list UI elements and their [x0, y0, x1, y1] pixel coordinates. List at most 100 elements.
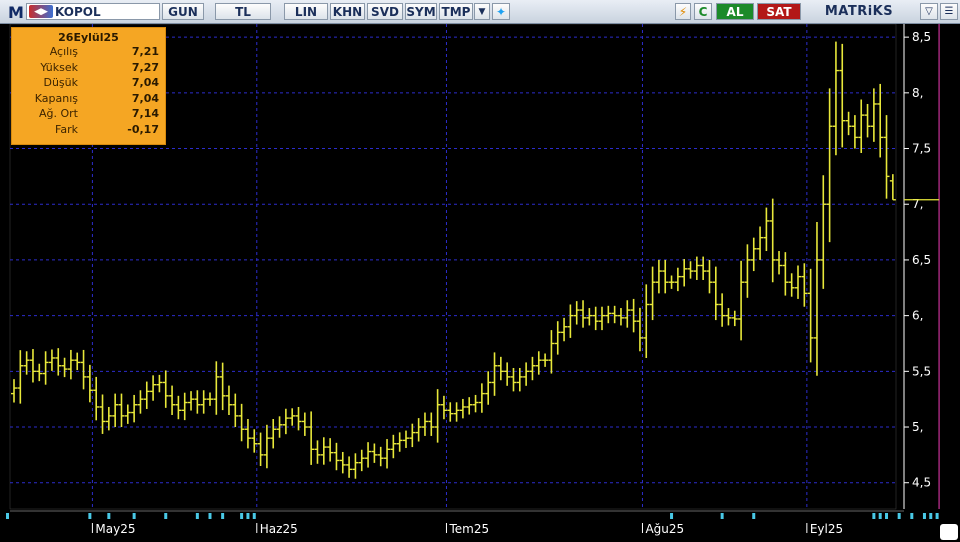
symbol-list-icon[interactable]: ◀▶ [29, 5, 53, 18]
ohlc-bar [605, 305, 612, 324]
y-tick-label: 5,5 [912, 364, 931, 378]
menu-icon[interactable]: ☰ [940, 3, 958, 20]
event-marker [195, 513, 199, 519]
info-value: 7,04 [131, 91, 159, 105]
sym-button[interactable]: SYM [405, 3, 437, 20]
ohlc-bar [845, 111, 852, 136]
ohlc-bar [586, 308, 593, 326]
sell-button[interactable]: SAT [757, 3, 801, 20]
buy-button[interactable]: AL [716, 3, 754, 20]
symbol-label: KOPOL [55, 4, 101, 19]
ohlc-bar [813, 222, 820, 376]
event-marker [6, 513, 9, 519]
ohlc-bar [459, 398, 466, 419]
currency-button[interactable]: TL [215, 3, 271, 20]
x-tick-label: Haz25 [260, 522, 298, 536]
ohlc-bar [447, 402, 454, 422]
ohlc-bar [769, 198, 776, 283]
event-marker [910, 513, 914, 519]
info-value: 7,21 [131, 45, 159, 58]
event-marker [885, 513, 889, 519]
ohlc-bar [339, 451, 346, 474]
ohlc-bar [776, 251, 783, 275]
ohlc-bar [219, 362, 226, 411]
x-tick-label: Eyl25 [810, 522, 843, 536]
ohlc-bar [225, 385, 232, 415]
brand-logo: MATRiKS [824, 4, 894, 19]
ohlc-bar [529, 356, 536, 381]
ohlc-bar [74, 352, 81, 370]
sync-icon[interactable] [940, 524, 958, 540]
x-tick-label: Tem25 [448, 522, 489, 536]
ohlc-bar [839, 43, 846, 148]
ohlc-bar [207, 392, 213, 406]
ohlc-bar [143, 381, 150, 409]
ohlc-bar [643, 284, 650, 358]
symbol-selector[interactable]: ◀▶ KOPOL [26, 3, 160, 20]
scale-button[interactable]: LIN [284, 3, 328, 20]
ohlc-bar [188, 391, 195, 411]
ohlc-bar [504, 362, 511, 386]
event-marker [164, 513, 168, 519]
ohlc-bar [712, 266, 719, 321]
event-marker [670, 513, 674, 519]
info-label: Fark [55, 122, 78, 136]
y-tick-label: 5, [912, 420, 923, 434]
ohlc-bar [491, 352, 498, 396]
event-marker [872, 513, 876, 519]
ohlc-bar [649, 266, 656, 321]
event-marker [922, 513, 926, 519]
ohlc-bar [731, 310, 738, 327]
lightning-icon[interactable]: ⚡ [675, 3, 691, 20]
refresh-button[interactable]: C [694, 3, 712, 20]
ohlc-bar [763, 207, 770, 252]
ohlc-bar [883, 115, 890, 199]
info-label: Ağ. Ort [39, 107, 78, 120]
ohlc-bar [421, 412, 428, 436]
tmp-button[interactable]: TMP [439, 3, 473, 20]
ohlc-bar [61, 357, 68, 378]
dropdown-icon[interactable]: ▼ [474, 3, 490, 20]
ohlc-bar [542, 353, 549, 367]
twitter-icon[interactable]: ✦ [492, 3, 510, 20]
ohlc-bar [67, 349, 74, 380]
ohlc-bar [327, 438, 334, 462]
info-row-close: Kapanış 7,04 [12, 91, 165, 107]
ohlc-bar [757, 226, 764, 260]
ohlc-bar [263, 424, 270, 469]
ohlc-bar [687, 261, 694, 279]
y-tick-label: 8, [912, 86, 923, 100]
ohlc-bar [706, 259, 713, 294]
ohlc-bar [17, 350, 24, 404]
event-marker [132, 513, 136, 519]
y-tick-label: 7,5 [912, 142, 931, 156]
ohlc-bar [137, 390, 144, 414]
ohlc-bar [466, 397, 473, 415]
ohlc-bar [118, 393, 125, 428]
ohlc-bar [617, 308, 624, 326]
ohlc-bar [175, 395, 182, 420]
svd-button[interactable]: SVD [367, 3, 403, 20]
info-value: 7,27 [131, 60, 159, 74]
ohlc-bar [567, 304, 574, 338]
ohlc-bar [744, 244, 751, 298]
collapse-icon[interactable]: ▽ [920, 3, 938, 20]
info-row-low: Düşük 7,04 [12, 75, 165, 91]
period-button[interactable]: GUN [162, 3, 204, 20]
y-tick-label: 8,5 [912, 30, 931, 44]
khn-button[interactable]: KHN [330, 3, 365, 20]
ohlc-bar [662, 259, 669, 294]
info-value: 7,14 [131, 107, 159, 120]
ohlc-bar [150, 375, 157, 401]
ohlc-bar [851, 115, 858, 149]
info-date: 26Eylül25 [58, 31, 119, 44]
ohlc-bar [674, 267, 681, 292]
ohlc-bar [738, 260, 745, 341]
app-logo[interactable]: M [8, 3, 24, 22]
toolbar: M ◀▶ KOPOL GUN TL LIN KHN SVD SYM TMP ▼ … [0, 0, 960, 24]
ohlc-bar [124, 404, 131, 424]
ohlc-bar [573, 301, 580, 325]
event-marker [878, 513, 882, 519]
ohlc-bar [162, 370, 169, 408]
x-axis: May25 Haz25 Tem25 Ağu25 Eyl25 [10, 510, 904, 536]
